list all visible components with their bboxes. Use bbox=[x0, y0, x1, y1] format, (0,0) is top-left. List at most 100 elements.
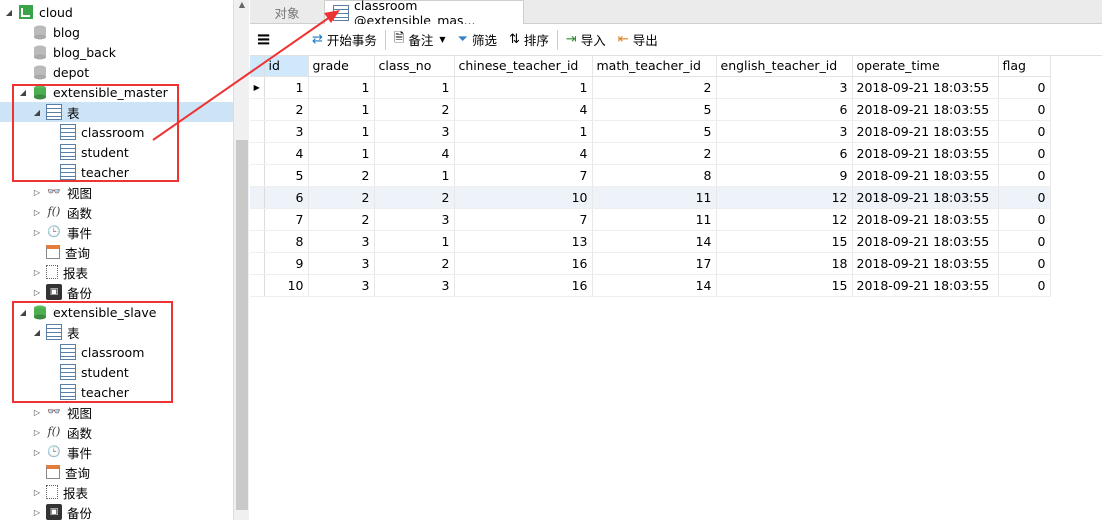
table-cell[interactable]: 2018-09-21 18:03:55 bbox=[852, 76, 999, 99]
table-cell[interactable]: 10 bbox=[264, 274, 309, 297]
table-cell[interactable]: 10 bbox=[454, 186, 593, 209]
export-button[interactable]: ⇤ 导出 bbox=[612, 28, 664, 52]
tree-item-slave-events[interactable]: ▷ 🕒 事件 bbox=[32, 442, 92, 462]
column-header[interactable]: math_teacher_id bbox=[592, 56, 717, 77]
expand-icon[interactable]: ▷ bbox=[32, 288, 42, 297]
table-cell[interactable]: 3 bbox=[374, 120, 455, 143]
table-row[interactable]: 8 3 1 13 14 15 2018-09-21 18:03:55 0 bbox=[250, 230, 1051, 253]
table-row[interactable]: 4 1 4 4 2 6 2018-09-21 18:03:55 0 bbox=[250, 142, 1051, 165]
table-cell[interactable]: 3 bbox=[374, 208, 455, 231]
table-cell[interactable]: 16 bbox=[454, 252, 593, 275]
current-row-icon[interactable]: ▶ bbox=[250, 76, 265, 99]
row-indicator[interactable] bbox=[250, 98, 265, 121]
tree-item-blog-back[interactable]: blog_back bbox=[32, 42, 116, 62]
tree-scrollbar[interactable]: ▲ bbox=[233, 0, 249, 520]
tree-item-slave-views[interactable]: ▷ 👓 视图 bbox=[32, 402, 92, 422]
collapse-icon[interactable]: ◢ bbox=[32, 108, 42, 117]
table-cell[interactable]: 15 bbox=[716, 230, 853, 253]
table-cell[interactable]: 5 bbox=[592, 120, 717, 143]
table-cell[interactable]: 2 bbox=[308, 164, 375, 187]
table-cell[interactable]: 4 bbox=[374, 142, 455, 165]
table-cell[interactable]: 0 bbox=[998, 274, 1051, 297]
table-cell[interactable]: 11 bbox=[592, 186, 717, 209]
table-cell[interactable]: 4 bbox=[454, 98, 593, 121]
table-cell[interactable]: 6 bbox=[264, 186, 309, 209]
row-indicator[interactable] bbox=[250, 142, 265, 165]
table-cell[interactable]: 1 bbox=[308, 76, 375, 99]
tab-objects[interactable]: 对象 bbox=[250, 0, 324, 24]
table-cell[interactable]: 3 bbox=[308, 230, 375, 253]
tree-item-master-classroom[interactable]: classroom bbox=[60, 122, 144, 142]
table-cell[interactable]: 3 bbox=[264, 120, 309, 143]
column-header[interactable]: english_teacher_id bbox=[716, 56, 853, 77]
tree-item-slave-queries[interactable]: 查询 bbox=[46, 462, 90, 482]
table-cell[interactable]: 2 bbox=[374, 98, 455, 121]
table-row[interactable]: 6 2 2 10 11 12 2018-09-21 18:03:55 0 bbox=[250, 186, 1051, 209]
table-cell[interactable]: 3 bbox=[308, 274, 375, 297]
row-indicator[interactable] bbox=[250, 274, 265, 297]
table-cell[interactable]: 0 bbox=[998, 76, 1051, 99]
table-cell[interactable]: 2018-09-21 18:03:55 bbox=[852, 142, 999, 165]
table-cell[interactable]: 1 bbox=[374, 230, 455, 253]
row-indicator[interactable] bbox=[250, 120, 265, 143]
tree-item-master-events[interactable]: ▷ 🕒 事件 bbox=[32, 222, 92, 242]
table-cell[interactable]: 5 bbox=[264, 164, 309, 187]
column-header[interactable]: flag bbox=[998, 56, 1051, 77]
tree-item-slave-teacher[interactable]: teacher bbox=[60, 382, 129, 402]
filter-button[interactable]: ⏷ 筛选 bbox=[452, 28, 503, 52]
table-cell[interactable]: 17 bbox=[592, 252, 717, 275]
table-row[interactable]: ▶ 1 1 1 1 2 3 2018-09-21 18:03:55 0 bbox=[250, 76, 1051, 99]
table-cell[interactable]: 18 bbox=[716, 252, 853, 275]
table-cell[interactable]: 2018-09-21 18:03:55 bbox=[852, 120, 999, 143]
table-cell[interactable]: 1 bbox=[308, 120, 375, 143]
table-cell[interactable]: 0 bbox=[998, 252, 1051, 275]
table-cell[interactable]: 4 bbox=[264, 142, 309, 165]
table-cell[interactable]: 8 bbox=[592, 164, 717, 187]
row-indicator[interactable] bbox=[250, 208, 265, 231]
table-cell[interactable]: 4 bbox=[454, 142, 593, 165]
table-cell[interactable]: 0 bbox=[998, 120, 1051, 143]
table-cell[interactable]: 12 bbox=[716, 208, 853, 231]
table-row[interactable]: 7 2 3 7 11 12 2018-09-21 18:03:55 0 bbox=[250, 208, 1051, 231]
table-cell[interactable]: 2018-09-21 18:03:55 bbox=[852, 230, 999, 253]
collapse-icon[interactable]: ◢ bbox=[32, 328, 42, 337]
table-cell[interactable]: 16 bbox=[454, 274, 593, 297]
table-cell[interactable]: 3 bbox=[308, 252, 375, 275]
table-cell[interactable]: 1 bbox=[454, 76, 593, 99]
tree-item-slave-student[interactable]: student bbox=[60, 362, 129, 382]
tree-item-extensible-master[interactable]: ◢ extensible_master bbox=[18, 82, 168, 102]
table-cell[interactable]: 1 bbox=[308, 98, 375, 121]
collapse-icon[interactable]: ◢ bbox=[18, 88, 28, 97]
column-header[interactable]: chinese_teacher_id bbox=[454, 56, 593, 77]
expand-icon[interactable]: ▷ bbox=[32, 488, 42, 497]
tree-item-blog[interactable]: blog bbox=[32, 22, 80, 42]
row-indicator[interactable] bbox=[250, 186, 265, 209]
column-header[interactable]: grade bbox=[308, 56, 375, 77]
table-cell[interactable]: 2 bbox=[374, 186, 455, 209]
table-cell[interactable]: 6 bbox=[716, 98, 853, 121]
table-cell[interactable]: 2018-09-21 18:03:55 bbox=[852, 98, 999, 121]
row-indicator[interactable] bbox=[250, 252, 265, 275]
tree-item-extensible-slave[interactable]: ◢ extensible_slave bbox=[18, 302, 156, 322]
table-cell[interactable]: 2018-09-21 18:03:55 bbox=[852, 252, 999, 275]
expand-icon[interactable]: ▷ bbox=[32, 508, 42, 517]
tree-item-master-queries[interactable]: 查询 bbox=[46, 242, 90, 262]
table-cell[interactable]: 0 bbox=[998, 208, 1051, 231]
table-cell[interactable]: 2018-09-21 18:03:55 bbox=[852, 274, 999, 297]
table-cell[interactable]: 2 bbox=[308, 208, 375, 231]
tab-classroom[interactable]: classroom @extensible_mas... bbox=[324, 0, 524, 28]
column-header[interactable]: class_no bbox=[374, 56, 455, 77]
table-cell[interactable]: 0 bbox=[998, 230, 1051, 253]
tree-item-master-views[interactable]: ▷ 👓 视图 bbox=[32, 182, 92, 202]
table-cell[interactable]: 9 bbox=[264, 252, 309, 275]
table-cell[interactable]: 2 bbox=[592, 142, 717, 165]
table-cell[interactable]: 3 bbox=[716, 76, 853, 99]
scrollbar-thumb[interactable] bbox=[236, 140, 248, 510]
column-header[interactable]: operate_time bbox=[852, 56, 999, 77]
table-cell[interactable]: 1 bbox=[454, 120, 593, 143]
scroll-up-icon[interactable]: ▲ bbox=[234, 0, 250, 14]
expand-icon[interactable]: ▷ bbox=[32, 448, 42, 457]
column-header[interactable]: id bbox=[264, 56, 309, 77]
tree-item-depot[interactable]: depot bbox=[32, 62, 89, 82]
expand-icon[interactable]: ▷ bbox=[32, 428, 42, 437]
